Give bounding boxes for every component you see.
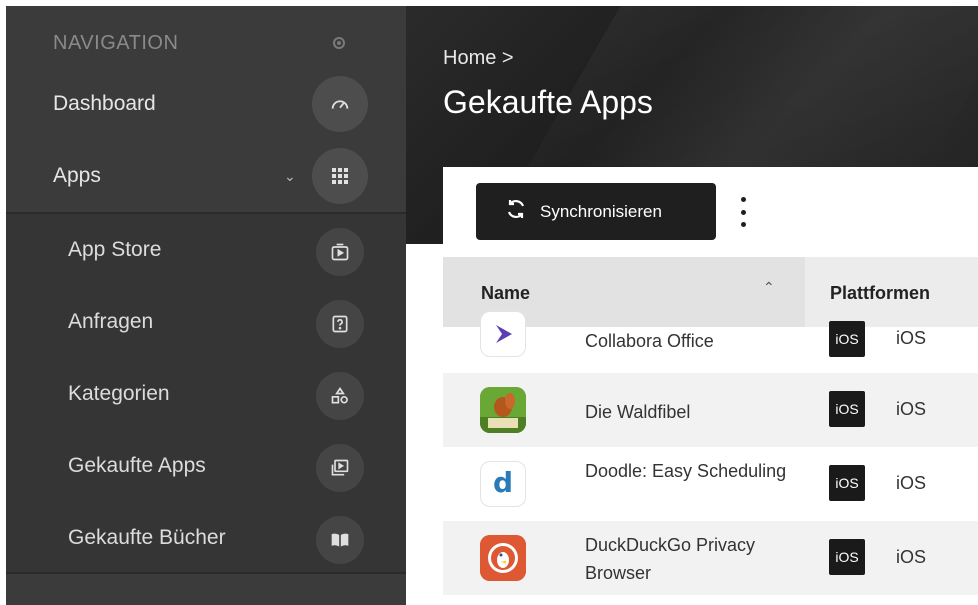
sidebar-item-label: Apps: [53, 164, 101, 187]
ios-badge: iOS: [829, 321, 865, 357]
sidebar-item-kategorien[interactable]: Kategorien: [6, 358, 406, 430]
sidebar-item-anfragen[interactable]: Anfragen: [6, 286, 406, 358]
sidebar-item-label: Gekaufte Apps: [68, 454, 206, 477]
table-row[interactable]: DuckDuckGo Privacy Browser iOS iOS: [443, 521, 978, 595]
sidebar-item-app-store[interactable]: App Store: [6, 214, 406, 286]
platform-text: iOS: [896, 328, 927, 348]
sync-icon: [504, 197, 528, 226]
sidebar: NAVIGATION Dashboard Apps ⌄ App Store An…: [6, 6, 406, 605]
stacked-play-icon: [316, 444, 364, 492]
column-header-plattformen[interactable]: Plattformen: [830, 283, 930, 304]
duckduckgo-app-icon: [480, 535, 526, 581]
sidebar-item-label: App Store: [68, 238, 162, 261]
page-title: Gekaufte Apps: [443, 84, 653, 120]
radio-dot-icon[interactable]: [333, 37, 345, 49]
sync-button[interactable]: Synchronisieren: [476, 183, 716, 240]
sidebar-item-label: Anfragen: [68, 310, 154, 333]
sidebar-item-dashboard[interactable]: Dashboard: [6, 68, 406, 140]
sidebar-item-label: Gekaufte Bücher: [68, 526, 226, 549]
sidebar-header: NAVIGATION: [53, 32, 179, 54]
sidebar-item-label: Dashboard: [53, 92, 156, 115]
app-name: Doodle: Easy Scheduling: [585, 461, 787, 481]
sidebar-item-gekaufte-buecher[interactable]: Gekaufte Bücher: [6, 502, 406, 574]
book-icon: [316, 516, 364, 564]
question-box-icon: [316, 300, 364, 348]
ios-badge: iOS: [829, 391, 865, 427]
sync-button-label: Synchronisieren: [540, 201, 662, 221]
shapes-icon: [316, 372, 364, 420]
table-row[interactable]: Collabora Office iOS iOS: [443, 311, 978, 373]
platform-text: iOS: [896, 399, 927, 419]
more-options-icon[interactable]: [735, 197, 751, 227]
sidebar-item-gekaufte-apps[interactable]: Gekaufte Apps: [6, 430, 406, 502]
collabora-app-icon: [480, 311, 526, 357]
column-header-label: Name: [481, 283, 531, 303]
ios-badge: iOS: [829, 539, 865, 575]
app-name: Die Waldfibel: [585, 402, 691, 422]
breadcrumb[interactable]: Home >: [443, 47, 514, 70]
table-row[interactable]: d Doodle: Easy Scheduling iOS iOS: [443, 447, 978, 521]
doodle-app-icon: d: [480, 461, 526, 507]
ios-badge: iOS: [829, 465, 865, 501]
divider: [6, 572, 406, 574]
play-box-icon: [316, 228, 364, 276]
table-row[interactable]: Die Waldfibel iOS iOS: [443, 373, 978, 447]
grid-icon: [312, 148, 368, 204]
app-name: DuckDuckGo Privacy Browser: [585, 535, 756, 583]
sidebar-item-label: Kategorien: [68, 382, 170, 405]
app-root: NAVIGATION Dashboard Apps ⌄ App Store An…: [0, 0, 978, 605]
chevron-down-icon: ⌄: [284, 168, 296, 184]
table-row[interactable]: [443, 595, 978, 605]
sidebar-item-apps[interactable]: Apps ⌄: [6, 140, 406, 212]
platform-text: iOS: [896, 473, 927, 493]
waldfibel-app-icon: [480, 387, 526, 433]
content-card: Synchronisieren Name ⌃ Plattformen Colla…: [443, 167, 978, 605]
app-name: Collabora Office: [585, 331, 714, 351]
platform-text: iOS: [896, 547, 927, 567]
gauge-icon: [312, 76, 368, 132]
sort-ascending-icon[interactable]: ⌃: [763, 279, 775, 296]
